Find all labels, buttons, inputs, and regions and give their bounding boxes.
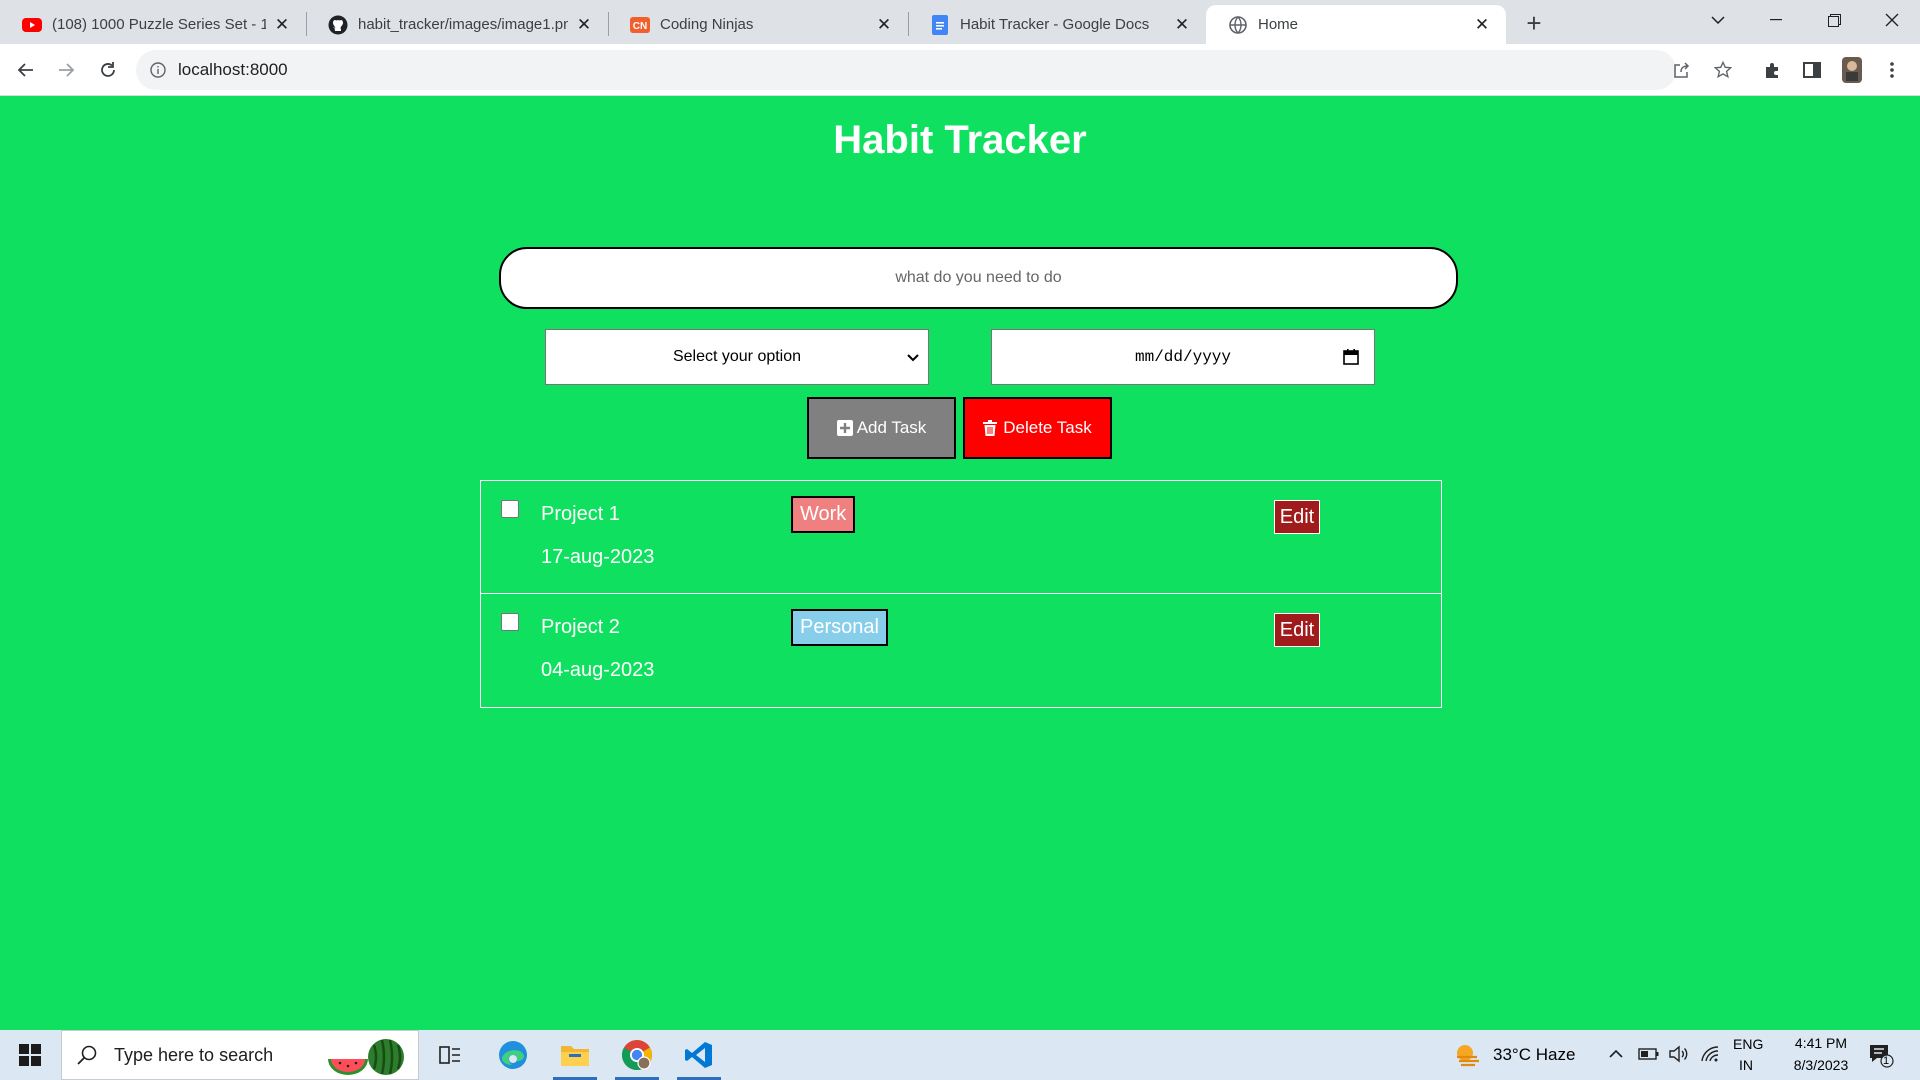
- task-date: 04-aug-2023: [541, 659, 655, 681]
- back-button[interactable]: [12, 56, 40, 84]
- new-tab-button[interactable]: +: [1520, 8, 1548, 38]
- share-icon[interactable]: [1668, 56, 1696, 84]
- clock-time[interactable]: 4:41 PM: [1786, 1035, 1856, 1051]
- task-list: Project 1 17-aug-2023 Work Edit Project …: [480, 480, 1442, 708]
- language-region[interactable]: IN: [1739, 1057, 1753, 1073]
- address-bar[interactable]: localhost:8000: [136, 50, 1676, 90]
- watermelon-icon: [326, 1037, 408, 1077]
- calendar-icon[interactable]: [1342, 348, 1362, 368]
- google-docs-icon: [930, 14, 950, 35]
- file-explorer-icon[interactable]: [547, 1030, 603, 1080]
- reload-button[interactable]: [94, 56, 122, 84]
- globe-icon: [1228, 15, 1248, 35]
- category-select-value: Select your option: [672, 348, 802, 365]
- task-row: Project 2 04-aug-2023 Personal Edit: [480, 594, 1442, 708]
- windows-taskbar: Type here to search 33°C Haze ENG IN 4:4…: [0, 1030, 1920, 1080]
- page-title: Habit Tracker: [833, 118, 1087, 162]
- weather-icon[interactable]: [1453, 1043, 1481, 1070]
- minimize-button[interactable]: [1748, 0, 1804, 40]
- tab-github[interactable]: habit_tracker/images/image1.png ✕: [306, 5, 608, 44]
- task-category-badge: Work: [791, 496, 856, 533]
- chevron-up-icon[interactable]: [1608, 1044, 1624, 1067]
- tab-title: Habit Tracker - Google Docs: [960, 16, 1150, 33]
- notification-count: 1: [1883, 1055, 1890, 1067]
- windows-start-icon[interactable]: [0, 1030, 60, 1080]
- coding-ninjas-icon: CN: [630, 15, 650, 35]
- chevron-down-icon: [904, 349, 922, 367]
- clock-date[interactable]: 8/3/2023: [1780, 1057, 1862, 1073]
- close-icon[interactable]: ✕: [874, 15, 894, 35]
- date-input-value: mm/dd/yyyy: [1134, 348, 1231, 366]
- tab-youtube[interactable]: (108) 1000 Puzzle Series Set - 10 ✕: [0, 5, 306, 44]
- close-icon[interactable]: ✕: [1472, 15, 1492, 35]
- wifi-icon[interactable]: [1700, 1045, 1720, 1066]
- restore-button[interactable]: [1806, 0, 1862, 40]
- tab-coding-ninjas[interactable]: CN Coding Ninjas ✕: [608, 5, 908, 44]
- github-icon: [328, 15, 348, 35]
- browser-tab-bar: (108) 1000 Puzzle Series Set - 10 ✕ habi…: [0, 0, 1920, 44]
- close-icon[interactable]: ✕: [574, 15, 594, 35]
- language-code[interactable]: ENG: [1733, 1036, 1763, 1052]
- close-window-button[interactable]: [1864, 0, 1920, 40]
- edit-button[interactable]: Edit: [1274, 500, 1320, 534]
- add-task-button[interactable]: Add Task: [807, 397, 956, 459]
- task-date: 17-aug-2023: [541, 546, 655, 568]
- task-checkbox[interactable]: [501, 613, 519, 631]
- vscode-icon[interactable]: [671, 1030, 727, 1080]
- profile-avatar[interactable]: [1838, 56, 1866, 84]
- add-task-label: Add Task: [856, 418, 927, 437]
- delete-task-button[interactable]: Delete Task: [963, 397, 1112, 459]
- edit-button[interactable]: Edit: [1274, 613, 1320, 647]
- tab-title: habit_tracker/images/image1.png: [358, 16, 568, 33]
- weather-text[interactable]: 33°C Haze: [1493, 1045, 1575, 1065]
- task-view-icon[interactable]: [422, 1030, 478, 1080]
- tab-home[interactable]: Home ✕: [1206, 5, 1506, 44]
- tab-search-icon[interactable]: [1690, 0, 1746, 40]
- chrome-browser-icon[interactable]: [609, 1030, 665, 1080]
- task-checkbox[interactable]: [501, 500, 519, 518]
- battery-icon[interactable]: [1638, 1046, 1660, 1065]
- plus-square-icon: [836, 420, 853, 436]
- category-select[interactable]: Select your option: [545, 329, 929, 385]
- task-name: Project 1: [541, 503, 620, 525]
- forward-button[interactable]: [52, 56, 80, 84]
- edge-browser-icon[interactable]: [485, 1030, 541, 1080]
- task-category-badge: Personal: [791, 609, 888, 646]
- task-row: Project 1 17-aug-2023 Work Edit: [480, 480, 1442, 594]
- close-icon[interactable]: ✕: [272, 15, 292, 35]
- bookmark-star-icon[interactable]: [1709, 56, 1737, 84]
- tab-google-docs[interactable]: Habit Tracker - Google Docs ✕: [908, 5, 1206, 44]
- browser-toolbar: localhost:8000: [0, 44, 1920, 96]
- search-icon: [76, 1044, 98, 1066]
- menu-kebab-icon[interactable]: [1878, 56, 1906, 84]
- trash-icon: [983, 420, 999, 436]
- url-text: localhost:8000: [178, 60, 288, 79]
- volume-icon[interactable]: [1668, 1045, 1690, 1066]
- notification-icon[interactable]: [1868, 1042, 1894, 1071]
- date-input[interactable]: mm/dd/yyyy: [991, 329, 1375, 385]
- youtube-icon: [22, 15, 42, 35]
- page-body: Habit Tracker Select your option mm/dd/y…: [0, 96, 1920, 1030]
- site-info-icon[interactable]: [148, 60, 168, 80]
- taskbar-search-placeholder: Type here to search: [114, 1044, 274, 1065]
- extensions-icon[interactable]: [1758, 56, 1786, 84]
- task-name: Project 2: [541, 616, 620, 638]
- tab-title: Home: [1258, 16, 1299, 33]
- tab-title: Coding Ninjas: [660, 16, 754, 33]
- taskbar-search-box[interactable]: Type here to search: [61, 1030, 419, 1080]
- tab-title: (108) 1000 Puzzle Series Set - 10: [52, 16, 266, 33]
- svg-text:CN: CN: [633, 21, 647, 32]
- delete-task-label: Delete Task: [1003, 418, 1092, 437]
- task-input[interactable]: [499, 247, 1458, 309]
- close-icon[interactable]: ✕: [1172, 15, 1192, 35]
- side-panel-icon[interactable]: [1798, 56, 1826, 84]
